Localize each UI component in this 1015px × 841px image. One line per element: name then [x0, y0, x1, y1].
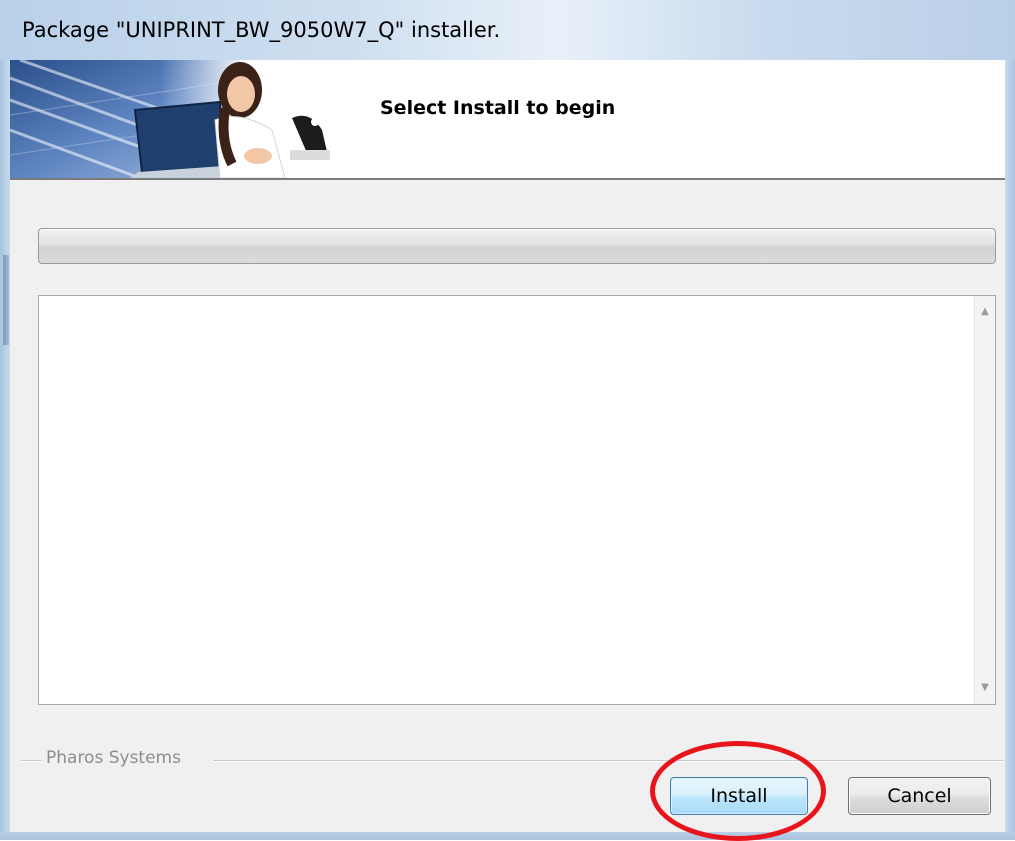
dialog-client-area: Select Install to begin ▲ ▼ Pharos Syste… — [10, 60, 1005, 832]
window-frame-left — [0, 60, 10, 840]
groupbox-divider-left — [20, 760, 42, 762]
frame-shadow — [3, 255, 9, 345]
banner-heading: Select Install to begin — [380, 97, 616, 119]
scroll-down-arrow-icon[interactable]: ▼ — [975, 678, 995, 698]
window-title: Package "UNIPRINT_BW_9050W7_Q" installer… — [22, 18, 501, 42]
cancel-button[interactable]: Cancel — [848, 777, 991, 815]
vendor-label: Pharos Systems — [46, 748, 181, 768]
title-bar[interactable]: Package "UNIPRINT_BW_9050W7_Q" installer… — [0, 0, 1015, 60]
scroll-up-arrow-icon[interactable]: ▲ — [975, 302, 995, 322]
window-frame-bottom — [0, 832, 1015, 840]
installer-window: Package "UNIPRINT_BW_9050W7_Q" installer… — [0, 0, 1015, 841]
banner-image — [10, 60, 350, 178]
groupbox-divider-right — [214, 760, 1004, 762]
install-log-box[interactable]: ▲ ▼ — [38, 295, 996, 705]
install-progress-bar — [38, 228, 996, 264]
person-at-laptop-illustration — [10, 60, 330, 178]
header-banner: Select Install to begin — [10, 60, 1005, 180]
install-button[interactable]: Install — [670, 777, 808, 815]
install-log-text — [39, 296, 975, 704]
vertical-scrollbar[interactable]: ▲ ▼ — [974, 296, 995, 704]
window-frame-right — [1005, 60, 1015, 840]
